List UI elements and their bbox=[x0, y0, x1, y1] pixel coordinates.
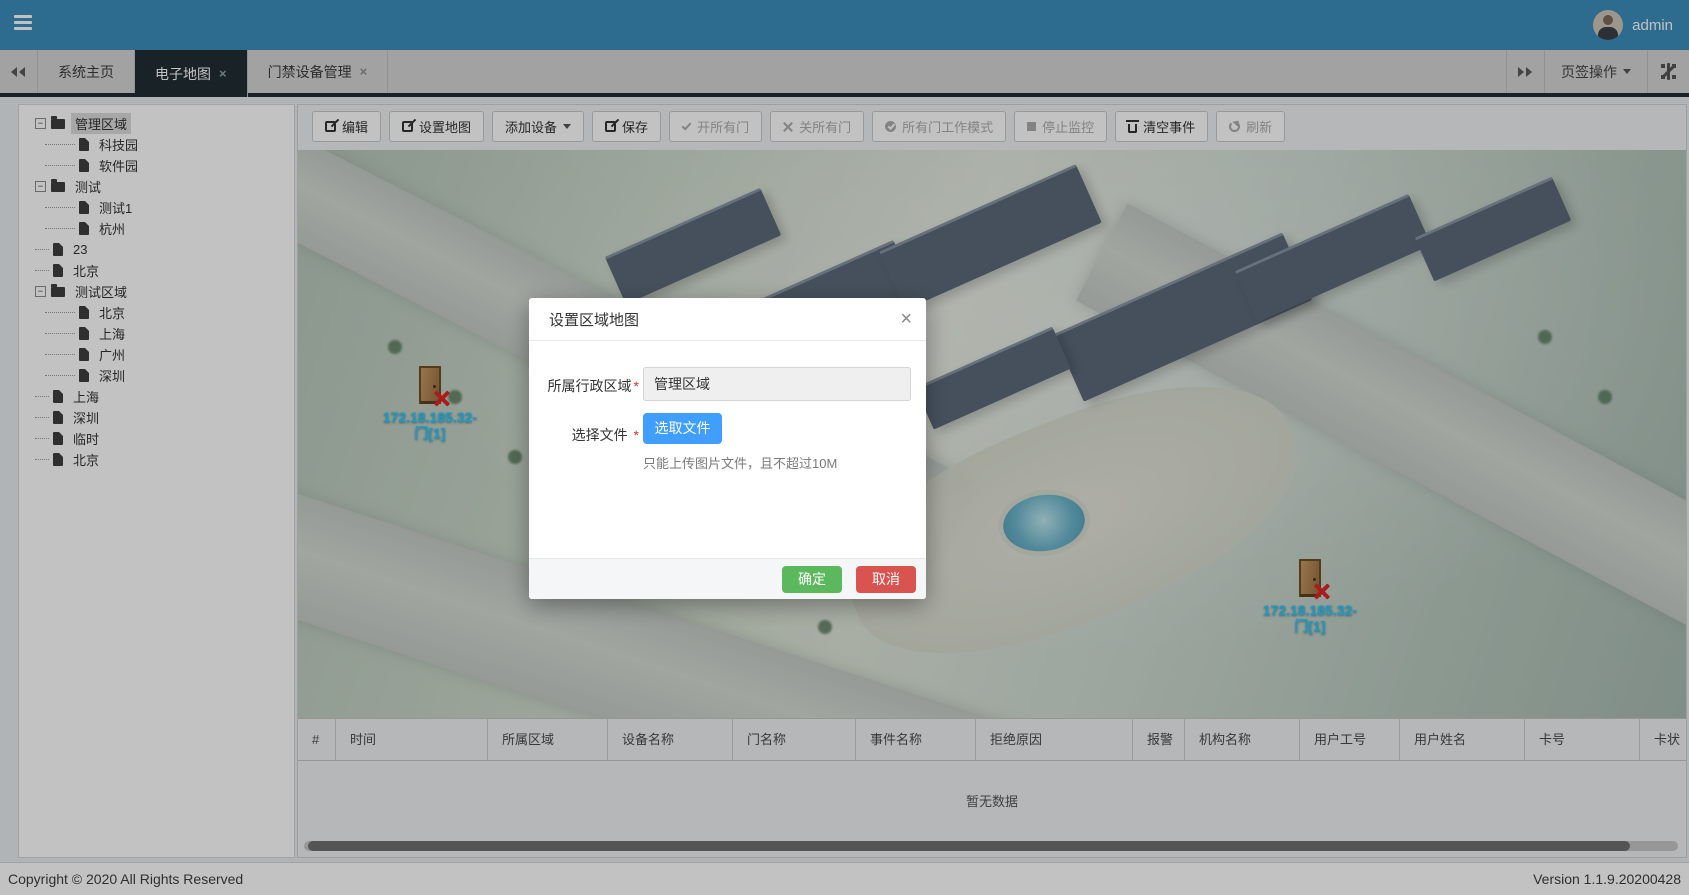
dialog-body: 所属行政区域* 选择文件 * 选取文件 只能上传图片文件，且不超过10M bbox=[529, 341, 926, 472]
cancel-button[interactable]: 取消 bbox=[856, 565, 916, 593]
required-asterisk: * bbox=[633, 427, 639, 443]
upload-hint-text: 只能上传图片文件，且不超过10M bbox=[643, 456, 838, 471]
dialog-footer: 确定 取消 bbox=[529, 558, 926, 599]
close-icon[interactable]: × bbox=[900, 305, 912, 333]
dialog-title: 设置区域地图 bbox=[549, 312, 640, 329]
admin-region-input[interactable] bbox=[643, 367, 911, 401]
field-label: 所属行政区域 * bbox=[547, 378, 639, 394]
required-asterisk: * bbox=[633, 378, 639, 394]
dialog-header: 设置区域地图 × bbox=[529, 298, 926, 341]
confirm-button[interactable]: 确定 bbox=[782, 565, 842, 593]
select-file-button[interactable]: 选取文件 bbox=[643, 413, 722, 444]
field-label: 选择文件 * bbox=[571, 427, 639, 443]
set-region-map-dialog: 设置区域地图 × 所属行政区域* 选择文件 * 选取文件 只能上传图片文件，且不… bbox=[529, 298, 926, 599]
